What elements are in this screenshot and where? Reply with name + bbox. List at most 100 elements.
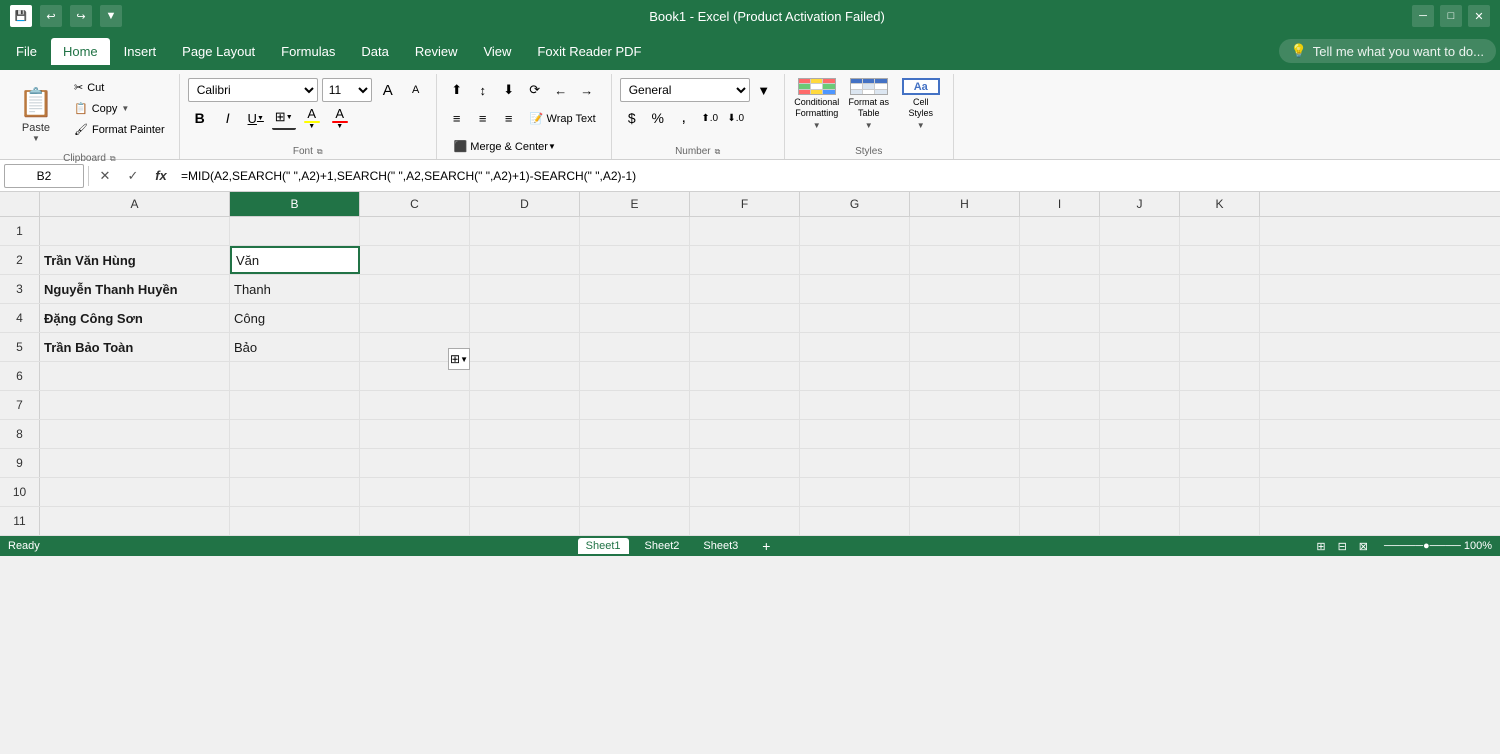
align-top-button[interactable]: ⬆ — [445, 78, 469, 102]
cell[interactable] — [40, 420, 230, 448]
maximize-icon[interactable]: □ — [1440, 5, 1462, 27]
view-layout[interactable]: ⊟ — [1338, 540, 1347, 553]
sheet-tab-3[interactable]: Sheet3 — [695, 538, 746, 554]
cell[interactable] — [360, 217, 470, 245]
cell[interactable] — [40, 478, 230, 506]
cell[interactable] — [800, 362, 910, 390]
cell[interactable] — [580, 246, 690, 274]
cell[interactable] — [1180, 391, 1260, 419]
cell[interactable] — [1180, 420, 1260, 448]
row-number[interactable]: 4 — [0, 304, 40, 332]
fill-color-button[interactable]: A ▼ — [300, 106, 324, 130]
align-left-button[interactable]: ≡ — [445, 106, 469, 130]
cell[interactable] — [580, 391, 690, 419]
font-color-button[interactable]: A ▼ — [328, 106, 352, 130]
cell[interactable] — [360, 246, 470, 274]
cell[interactable] — [800, 217, 910, 245]
cell[interactable] — [1100, 217, 1180, 245]
cell[interactable] — [230, 478, 360, 506]
cell[interactable] — [1100, 391, 1180, 419]
wrap-text-button[interactable]: 📝 Wrap Text — [523, 106, 603, 130]
cell[interactable] — [360, 478, 470, 506]
row-number[interactable]: 8 — [0, 420, 40, 448]
col-header-a[interactable]: A — [40, 192, 230, 216]
font-size-decrease-button[interactable]: A — [404, 78, 428, 102]
add-sheet-button[interactable]: + — [754, 536, 778, 556]
save-icon[interactable]: 💾 — [10, 5, 32, 27]
cell[interactable]: Đặng Công Sơn — [40, 304, 230, 332]
cell[interactable] — [690, 391, 800, 419]
cell[interactable] — [470, 275, 580, 303]
paste-options-icon[interactable]: ⊞▼ — [448, 348, 470, 370]
row-number[interactable]: 10 — [0, 478, 40, 506]
cell[interactable] — [580, 478, 690, 506]
cell[interactable] — [1020, 507, 1100, 535]
cell[interactable] — [1180, 304, 1260, 332]
tell-me-box[interactable]: 💡 Tell me what you want to do... — [1279, 39, 1496, 63]
cell[interactable] — [910, 362, 1020, 390]
cell[interactable] — [1020, 333, 1100, 361]
cell[interactable] — [470, 304, 580, 332]
cell[interactable] — [230, 449, 360, 477]
cell[interactable] — [690, 333, 800, 361]
decrease-decimal-button[interactable]: ⬇.0 — [724, 106, 748, 130]
cell[interactable] — [470, 333, 580, 361]
cell[interactable] — [470, 478, 580, 506]
menu-formulas[interactable]: Formulas — [269, 38, 347, 65]
cell[interactable] — [580, 275, 690, 303]
cell[interactable] — [360, 391, 470, 419]
cell[interactable] — [690, 275, 800, 303]
cell[interactable] — [1180, 449, 1260, 477]
conditional-formatting-button[interactable]: ConditionalFormatting ▼ — [793, 78, 841, 130]
col-header-h[interactable]: H — [910, 192, 1020, 216]
cell[interactable] — [910, 507, 1020, 535]
cell[interactable] — [360, 507, 470, 535]
cell[interactable] — [1020, 304, 1100, 332]
clipboard-expand-icon[interactable]: ⧉ — [110, 154, 116, 164]
redo-icon[interactable]: ↪ — [70, 5, 92, 27]
cell[interactable] — [1100, 420, 1180, 448]
row-number[interactable]: 2 — [0, 246, 40, 274]
cell[interactable] — [580, 362, 690, 390]
row-number[interactable]: 1 — [0, 217, 40, 245]
cell[interactable] — [1100, 362, 1180, 390]
cell[interactable] — [360, 420, 470, 448]
cell[interactable] — [40, 217, 230, 245]
cell[interactable] — [690, 362, 800, 390]
font-name-select[interactable]: Calibri — [188, 78, 318, 102]
cell[interactable] — [470, 391, 580, 419]
cell[interactable] — [800, 478, 910, 506]
menu-file[interactable]: File — [4, 38, 49, 65]
cell[interactable]: Thanh — [230, 275, 360, 303]
cell[interactable] — [690, 246, 800, 274]
cell[interactable] — [910, 449, 1020, 477]
cell[interactable] — [910, 420, 1020, 448]
row-number[interactable]: 3 — [0, 275, 40, 303]
cell[interactable] — [470, 507, 580, 535]
col-header-i[interactable]: I — [1020, 192, 1100, 216]
minimize-icon[interactable]: ─ — [1412, 5, 1434, 27]
cell[interactable] — [800, 246, 910, 274]
cell[interactable] — [910, 217, 1020, 245]
cell[interactable] — [1020, 391, 1100, 419]
paste-button[interactable]: 📋 Paste ▼ — [8, 78, 64, 147]
menu-view[interactable]: View — [471, 38, 523, 65]
font-size-select[interactable]: 11 — [322, 78, 372, 102]
cell[interactable] — [1020, 449, 1100, 477]
cell[interactable] — [40, 391, 230, 419]
format-painter-button[interactable]: 🖌 Format Painter — [68, 120, 171, 139]
cell[interactable] — [910, 275, 1020, 303]
font-expand-icon[interactable]: ⧉ — [317, 147, 323, 157]
cell-reference-input[interactable] — [4, 164, 84, 188]
close-icon[interactable]: ✕ — [1468, 5, 1490, 27]
sheet-tab-2[interactable]: Sheet2 — [637, 538, 688, 554]
sheet-tab-1[interactable]: Sheet1 — [578, 538, 629, 554]
cell-styles-button[interactable]: Aa CellStyles ▼ — [897, 78, 945, 130]
cell[interactable] — [910, 304, 1020, 332]
cell[interactable] — [800, 333, 910, 361]
cell[interactable] — [470, 246, 580, 274]
menu-data[interactable]: Data — [349, 38, 400, 65]
col-header-c[interactable]: C — [360, 192, 470, 216]
cell[interactable] — [580, 420, 690, 448]
zoom-slider[interactable]: ─────●──── 100% — [1384, 540, 1492, 552]
